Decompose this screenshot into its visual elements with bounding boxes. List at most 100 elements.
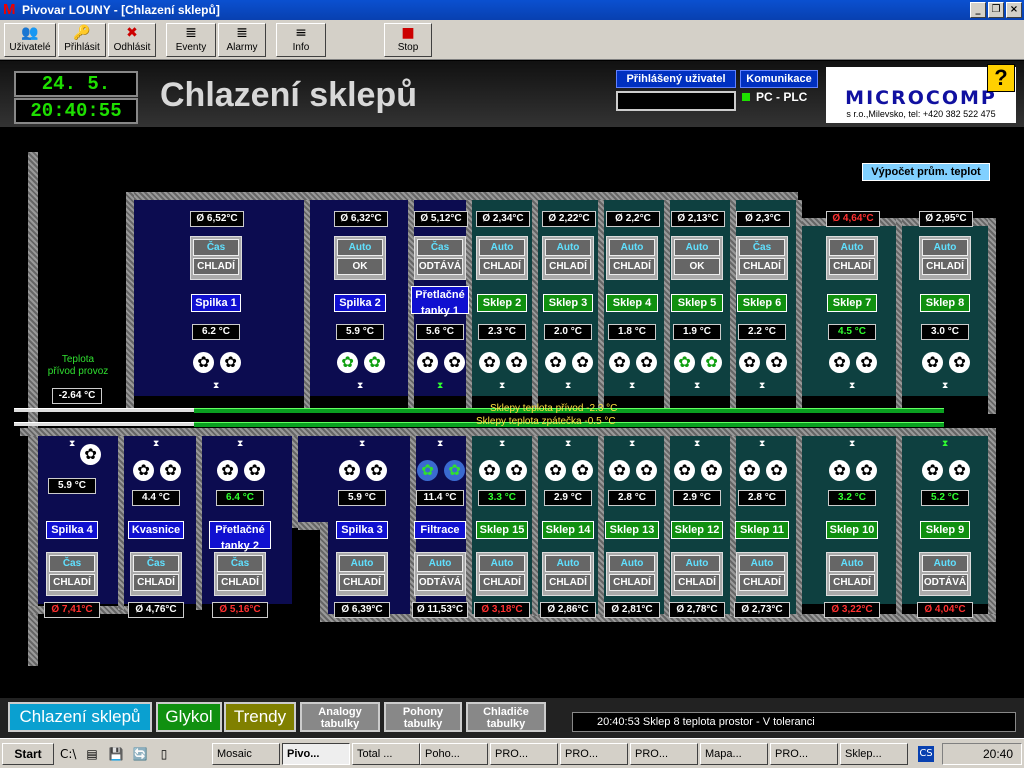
mode-button[interactable]: Auto — [479, 239, 525, 256]
mode-button[interactable]: Čas — [417, 239, 463, 256]
nav-glykol[interactable]: Glykol — [156, 702, 222, 732]
state-button[interactable]: CHLADÍ — [479, 258, 525, 275]
mode-control[interactable]: Auto CHLADÍ — [736, 552, 788, 596]
state-button[interactable]: CHLADÍ — [609, 258, 655, 275]
room-name-label[interactable]: Přetlačné tanky 2 — [209, 521, 271, 552]
events-button[interactable]: ≣ Eventy — [166, 23, 216, 57]
alarms-button[interactable]: ≣ Alarmy — [218, 23, 266, 57]
mode-button[interactable]: Čas — [739, 239, 785, 256]
mode-button[interactable]: Čas — [217, 555, 263, 572]
room-name-label[interactable]: Sklep 13 — [605, 521, 659, 539]
taskbar-item[interactable]: Mosaic — [212, 743, 280, 765]
mode-control[interactable]: Čas ODTÁVÁ — [414, 236, 466, 280]
start-button[interactable]: Start — [2, 743, 54, 765]
mode-control[interactable]: Auto OK — [334, 236, 386, 280]
taskbar-item[interactable]: Pivo... — [282, 743, 350, 765]
state-button[interactable]: OK — [337, 258, 383, 275]
taskbar-item[interactable]: PRO... — [560, 743, 628, 765]
state-button[interactable]: CHLADÍ — [479, 574, 525, 591]
mode-button[interactable]: Auto — [609, 239, 655, 256]
notepad-icon[interactable]: ▤ — [84, 746, 100, 762]
mode-button[interactable]: Čas — [49, 555, 95, 572]
room-name-label[interactable]: Spilka 4 — [46, 521, 98, 539]
state-button[interactable]: CHLADÍ — [339, 574, 385, 591]
mode-button[interactable]: Čas — [193, 239, 239, 256]
mode-button[interactable]: Auto — [545, 555, 591, 572]
mode-control[interactable]: Auto CHLADÍ — [606, 552, 658, 596]
nav-chlazeni[interactable]: Chlazení sklepů — [8, 702, 152, 732]
state-button[interactable]: ODTÁVÁ — [922, 574, 968, 591]
help-icon[interactable]: ? — [987, 64, 1015, 92]
mode-control[interactable]: Čas CHLADÍ — [130, 552, 182, 596]
room-name-label[interactable]: Sklep 11 — [735, 521, 789, 539]
mode-control[interactable]: Čas CHLADÍ — [214, 552, 266, 596]
state-button[interactable]: ODTÁVÁ — [417, 258, 463, 275]
mode-button[interactable]: Auto — [339, 555, 385, 572]
state-button[interactable]: CHLADÍ — [545, 574, 591, 591]
mode-control[interactable]: Auto CHLADÍ — [476, 552, 528, 596]
mode-control[interactable]: Auto ODTÁVÁ — [919, 552, 971, 596]
taskbar-item[interactable]: PRO... — [770, 743, 838, 765]
mode-button[interactable]: Auto — [417, 555, 463, 572]
room-name-label[interactable]: Sklep 7 — [827, 294, 877, 312]
window-icon[interactable]: ▯ — [156, 746, 172, 762]
language-icon[interactable]: CS — [918, 746, 934, 762]
room-name-label[interactable]: Sklep 12 — [671, 521, 723, 539]
mode-control[interactable]: Auto CHLADÍ — [476, 236, 528, 280]
state-button[interactable]: CHLADÍ — [49, 574, 95, 591]
close-button[interactable]: × — [1006, 2, 1022, 18]
room-name-label[interactable]: Kvasnice — [128, 521, 184, 539]
mode-control[interactable]: Auto CHLADÍ — [542, 552, 594, 596]
mode-control[interactable]: Auto CHLADÍ — [826, 552, 878, 596]
login-button[interactable]: 🔑 Přihlásit — [58, 23, 106, 57]
mode-button[interactable]: Auto — [922, 555, 968, 572]
state-button[interactable]: ODTÁVÁ — [417, 574, 463, 591]
mode-button[interactable]: Auto — [829, 555, 875, 572]
mode-button[interactable]: Auto — [674, 239, 720, 256]
users-button[interactable]: 👥 Uživatelé — [4, 23, 56, 57]
cmd-icon[interactable]: C:\ — [60, 746, 76, 762]
mode-control[interactable]: Auto CHLADÍ — [919, 236, 971, 280]
room-name-label[interactable]: Spilka 1 — [191, 294, 241, 312]
mode-button[interactable]: Auto — [674, 555, 720, 572]
state-button[interactable]: OK — [674, 258, 720, 275]
mode-control[interactable]: Auto CHLADÍ — [671, 552, 723, 596]
state-button[interactable]: CHLADÍ — [739, 258, 785, 275]
room-name-label[interactable]: Sklep 6 — [737, 294, 787, 312]
mode-control[interactable]: Auto CHLADÍ — [336, 552, 388, 596]
calc-average-button[interactable]: Výpočet prům. teplot — [862, 163, 990, 181]
state-button[interactable]: CHLADÍ — [609, 574, 655, 591]
restore-button[interactable]: ❐ — [988, 2, 1004, 18]
taskbar-item[interactable]: PRO... — [630, 743, 698, 765]
nav-pohony[interactable]: Pohony tabulky — [384, 702, 462, 732]
room-name-label[interactable]: Sklep 14 — [542, 521, 594, 539]
room-name-label[interactable]: Sklep 2 — [477, 294, 527, 312]
state-button[interactable]: CHLADÍ — [133, 574, 179, 591]
state-button[interactable]: CHLADÍ — [674, 574, 720, 591]
mode-button[interactable]: Auto — [479, 555, 525, 572]
room-name-label[interactable]: Sklep 15 — [476, 521, 528, 539]
mode-control[interactable]: Auto OK — [671, 236, 723, 280]
state-button[interactable]: CHLADÍ — [545, 258, 591, 275]
mode-button[interactable]: Auto — [922, 239, 968, 256]
save-icon[interactable]: 💾 — [108, 746, 124, 762]
logout-button[interactable]: ✖ Odhlásit — [108, 23, 156, 57]
room-name-label[interactable]: Spilka 2 — [334, 294, 386, 312]
taskbar-item[interactable]: Sklep... — [840, 743, 908, 765]
room-name-label[interactable]: Přetlačné tanky 1 — [411, 286, 469, 317]
mode-control[interactable]: Auto ODTÁVÁ — [414, 552, 466, 596]
mode-control[interactable]: Auto CHLADÍ — [542, 236, 594, 280]
refresh-icon[interactable]: 🔄 — [132, 746, 148, 762]
taskbar-item[interactable]: Mapa... — [700, 743, 768, 765]
room-name-label[interactable]: Sklep 10 — [826, 521, 878, 539]
room-name-label[interactable]: Sklep 9 — [920, 521, 970, 539]
mode-button[interactable]: Čas — [133, 555, 179, 572]
mode-control[interactable]: Čas CHLADÍ — [736, 236, 788, 280]
mode-button[interactable]: Auto — [545, 239, 591, 256]
mode-button[interactable]: Auto — [337, 239, 383, 256]
room-name-label[interactable]: Sklep 3 — [543, 294, 593, 312]
state-button[interactable]: CHLADÍ — [217, 574, 263, 591]
state-button[interactable]: CHLADÍ — [829, 258, 875, 275]
nav-chladice[interactable]: Chladiče tabulky — [466, 702, 546, 732]
room-name-label[interactable]: Sklep 8 — [920, 294, 970, 312]
